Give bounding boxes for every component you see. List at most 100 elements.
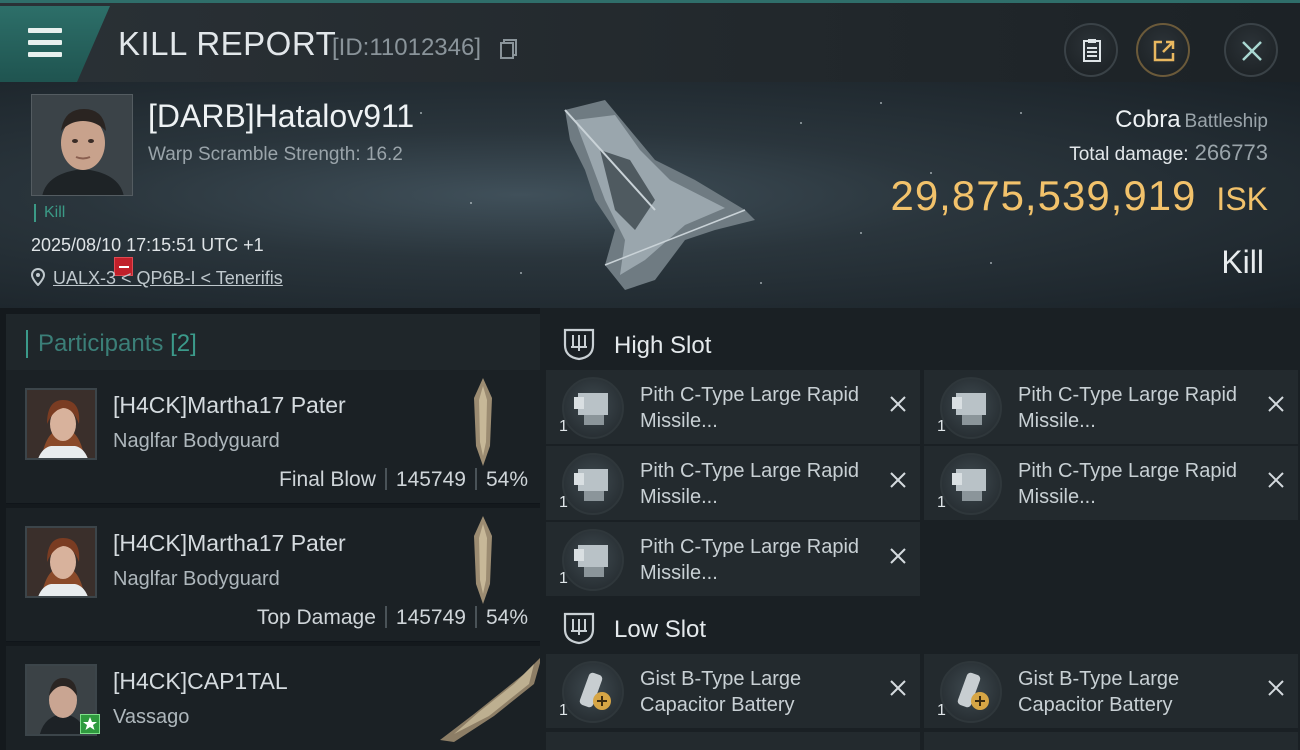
participant-name: [H4CK]Martha17 Pater [113, 530, 346, 556]
participant-card[interactable]: [H4CK]Martha17 Pater Naglfar Bodyguard T… [6, 508, 540, 642]
warp-scramble-strength: Warp Scramble Strength: 16.2 [148, 144, 403, 165]
participant-ship: Naglfar Bodyguard [113, 568, 280, 590]
isk-value: 29,875,539,919 ISK [890, 172, 1268, 220]
module-name: Gist B-Type Large Capacitor Battery [640, 668, 802, 716]
module-name: Pith C-Type Large Rapid Missile... [640, 536, 860, 584]
pilot-portrait-icon [27, 390, 95, 458]
high-slot-label: High Slot [614, 332, 712, 359]
close-button[interactable] [1224, 23, 1278, 77]
ship-name[interactable]: Cobra [1115, 106, 1180, 133]
x-icon[interactable] [888, 678, 908, 698]
x-icon[interactable] [1266, 678, 1286, 698]
module-quantity: 1 [559, 418, 568, 435]
participant-name: [H4CK]Martha17 Pater [113, 392, 346, 418]
module-name: Pith C-Type Large Rapid Missile... [1018, 460, 1238, 508]
menu-button[interactable] [0, 6, 110, 82]
high-slot-header: High Slot [546, 314, 1300, 374]
capacitor-battery-icon [940, 661, 1002, 723]
missile-launcher-icon [562, 377, 624, 439]
isk-amount: 29,875,539,919 [890, 172, 1197, 219]
module-quantity: 1 [559, 494, 568, 511]
copy-icon[interactable] [500, 39, 518, 59]
location-link[interactable]: UALX-3 < QP6B-I < Tenerifis [53, 268, 283, 288]
participant-damage: 145749 [395, 606, 466, 629]
star-badge [80, 714, 100, 734]
participant-percent: 54% [485, 606, 528, 629]
participant-stats: Final Blow 145749 54% [279, 468, 528, 492]
capacitor-battery-icon [562, 661, 624, 723]
module-item[interactable]: 1 Pith C-Type Large Rapid Missile... [546, 446, 920, 520]
participant-avatar[interactable] [25, 526, 97, 598]
missile-launcher-icon [940, 377, 1002, 439]
close-icon [1242, 41, 1262, 61]
module-item[interactable]: 1 Pith C-Type Large Rapid Missile... [546, 522, 920, 596]
module-quantity: 1 [937, 418, 946, 435]
participants-label: Participants [38, 330, 164, 357]
x-icon[interactable] [1266, 394, 1286, 414]
module-item[interactable]: 1 Pith C-Type Large Rapid Missile... [546, 370, 920, 444]
page-title: KILL REPORT [118, 25, 337, 62]
slot-shield-icon [563, 328, 595, 361]
clipboard-button[interactable] [1064, 23, 1118, 77]
module-name: Pith C-Type Large Rapid Missile... [640, 460, 860, 508]
participant-name: [H4CK]CAP1TAL [113, 668, 288, 694]
victim-name[interactable]: [DARB]Hatalov911 [148, 98, 414, 135]
kill-datetime: 2025/08/10 17:15:51 UTC +1 [31, 235, 264, 255]
module-item-partial[interactable] [924, 732, 1298, 750]
module-item[interactable]: 1 Gist B-Type Large Capacitor Battery [924, 654, 1298, 728]
participant-card[interactable]: [H4CK]CAP1TAL Vassago [6, 646, 542, 750]
participant-ship-image [474, 378, 492, 466]
module-item[interactable]: 1 Pith C-Type Large Rapid Missile... [924, 446, 1298, 520]
report-id: [ID:11012346] [332, 34, 482, 61]
participant-ship-image [474, 516, 492, 604]
module-item-partial[interactable] [546, 732, 920, 750]
total-damage-label: Total damage: [1069, 144, 1189, 165]
module-name: Gist B-Type Large Capacitor Battery [1018, 668, 1180, 716]
pilot-portrait-icon [27, 528, 95, 596]
participant-ship: Vassago [113, 706, 190, 728]
participants-panel: Participants [2] [H4CK]Martha17 Pater Na… [0, 308, 542, 750]
slot-shield-icon [563, 612, 595, 645]
participant-ship-image [440, 656, 542, 742]
total-damage-value: 266773 [1194, 140, 1268, 165]
victim-ship-image [564, 100, 755, 290]
missile-launcher-icon [562, 529, 624, 591]
participant-percent: 54% [485, 468, 528, 491]
participant-avatar[interactable] [25, 388, 97, 460]
total-damage: Total damage: 266773 [1069, 140, 1268, 166]
x-icon[interactable] [888, 394, 908, 414]
location-pin-icon [31, 268, 45, 286]
share-button[interactable] [1136, 23, 1190, 77]
participant-damage: 145749 [395, 468, 466, 491]
module-item[interactable]: 1 Gist B-Type Large Capacitor Battery [546, 654, 920, 728]
fitting-panel: High Slot 1 Pith C-Type Large Rapid Miss… [540, 308, 1300, 750]
ship-class: Battleship [1184, 111, 1268, 132]
module-quantity: 1 [937, 494, 946, 511]
victim-avatar[interactable] [31, 94, 133, 196]
module-name: Pith C-Type Large Rapid Missile... [1018, 384, 1238, 432]
x-icon[interactable] [888, 546, 908, 566]
x-icon[interactable] [888, 470, 908, 490]
hamburger-icon [28, 28, 62, 33]
low-slot-header: Low Slot [546, 598, 1300, 658]
module-name: Pith C-Type Large Rapid Missile... [640, 384, 860, 432]
participants-count: [2] [170, 330, 197, 357]
module-item[interactable]: 1 Pith C-Type Large Rapid Missile... [924, 370, 1298, 444]
star-icon [83, 717, 97, 730]
victim-banner: [DARB]Hatalov911 Warp Scramble Strength:… [0, 82, 1300, 308]
participant-stats: Top Damage 145749 54% [257, 606, 528, 630]
x-icon[interactable] [1266, 470, 1286, 490]
missile-launcher-icon [940, 453, 1002, 515]
participant-role: Top Damage [256, 606, 376, 629]
module-quantity: 1 [937, 702, 946, 719]
participant-card[interactable]: [H4CK]Martha17 Pater Naglfar Bodyguard F… [6, 370, 540, 504]
victim-ship: Cobra Battleship [1115, 106, 1268, 134]
kill-location[interactable]: UALX-3 < QP6B-I < Tenerifis [31, 268, 283, 289]
module-quantity: 1 [559, 570, 568, 587]
participant-role: Final Blow [279, 468, 376, 491]
kill-result: Kill [1221, 244, 1264, 280]
missile-launcher-icon [562, 453, 624, 515]
isk-unit: ISK [1216, 181, 1268, 217]
participant-ship: Naglfar Bodyguard [113, 430, 280, 452]
participants-header[interactable]: Participants [2] [6, 314, 540, 374]
